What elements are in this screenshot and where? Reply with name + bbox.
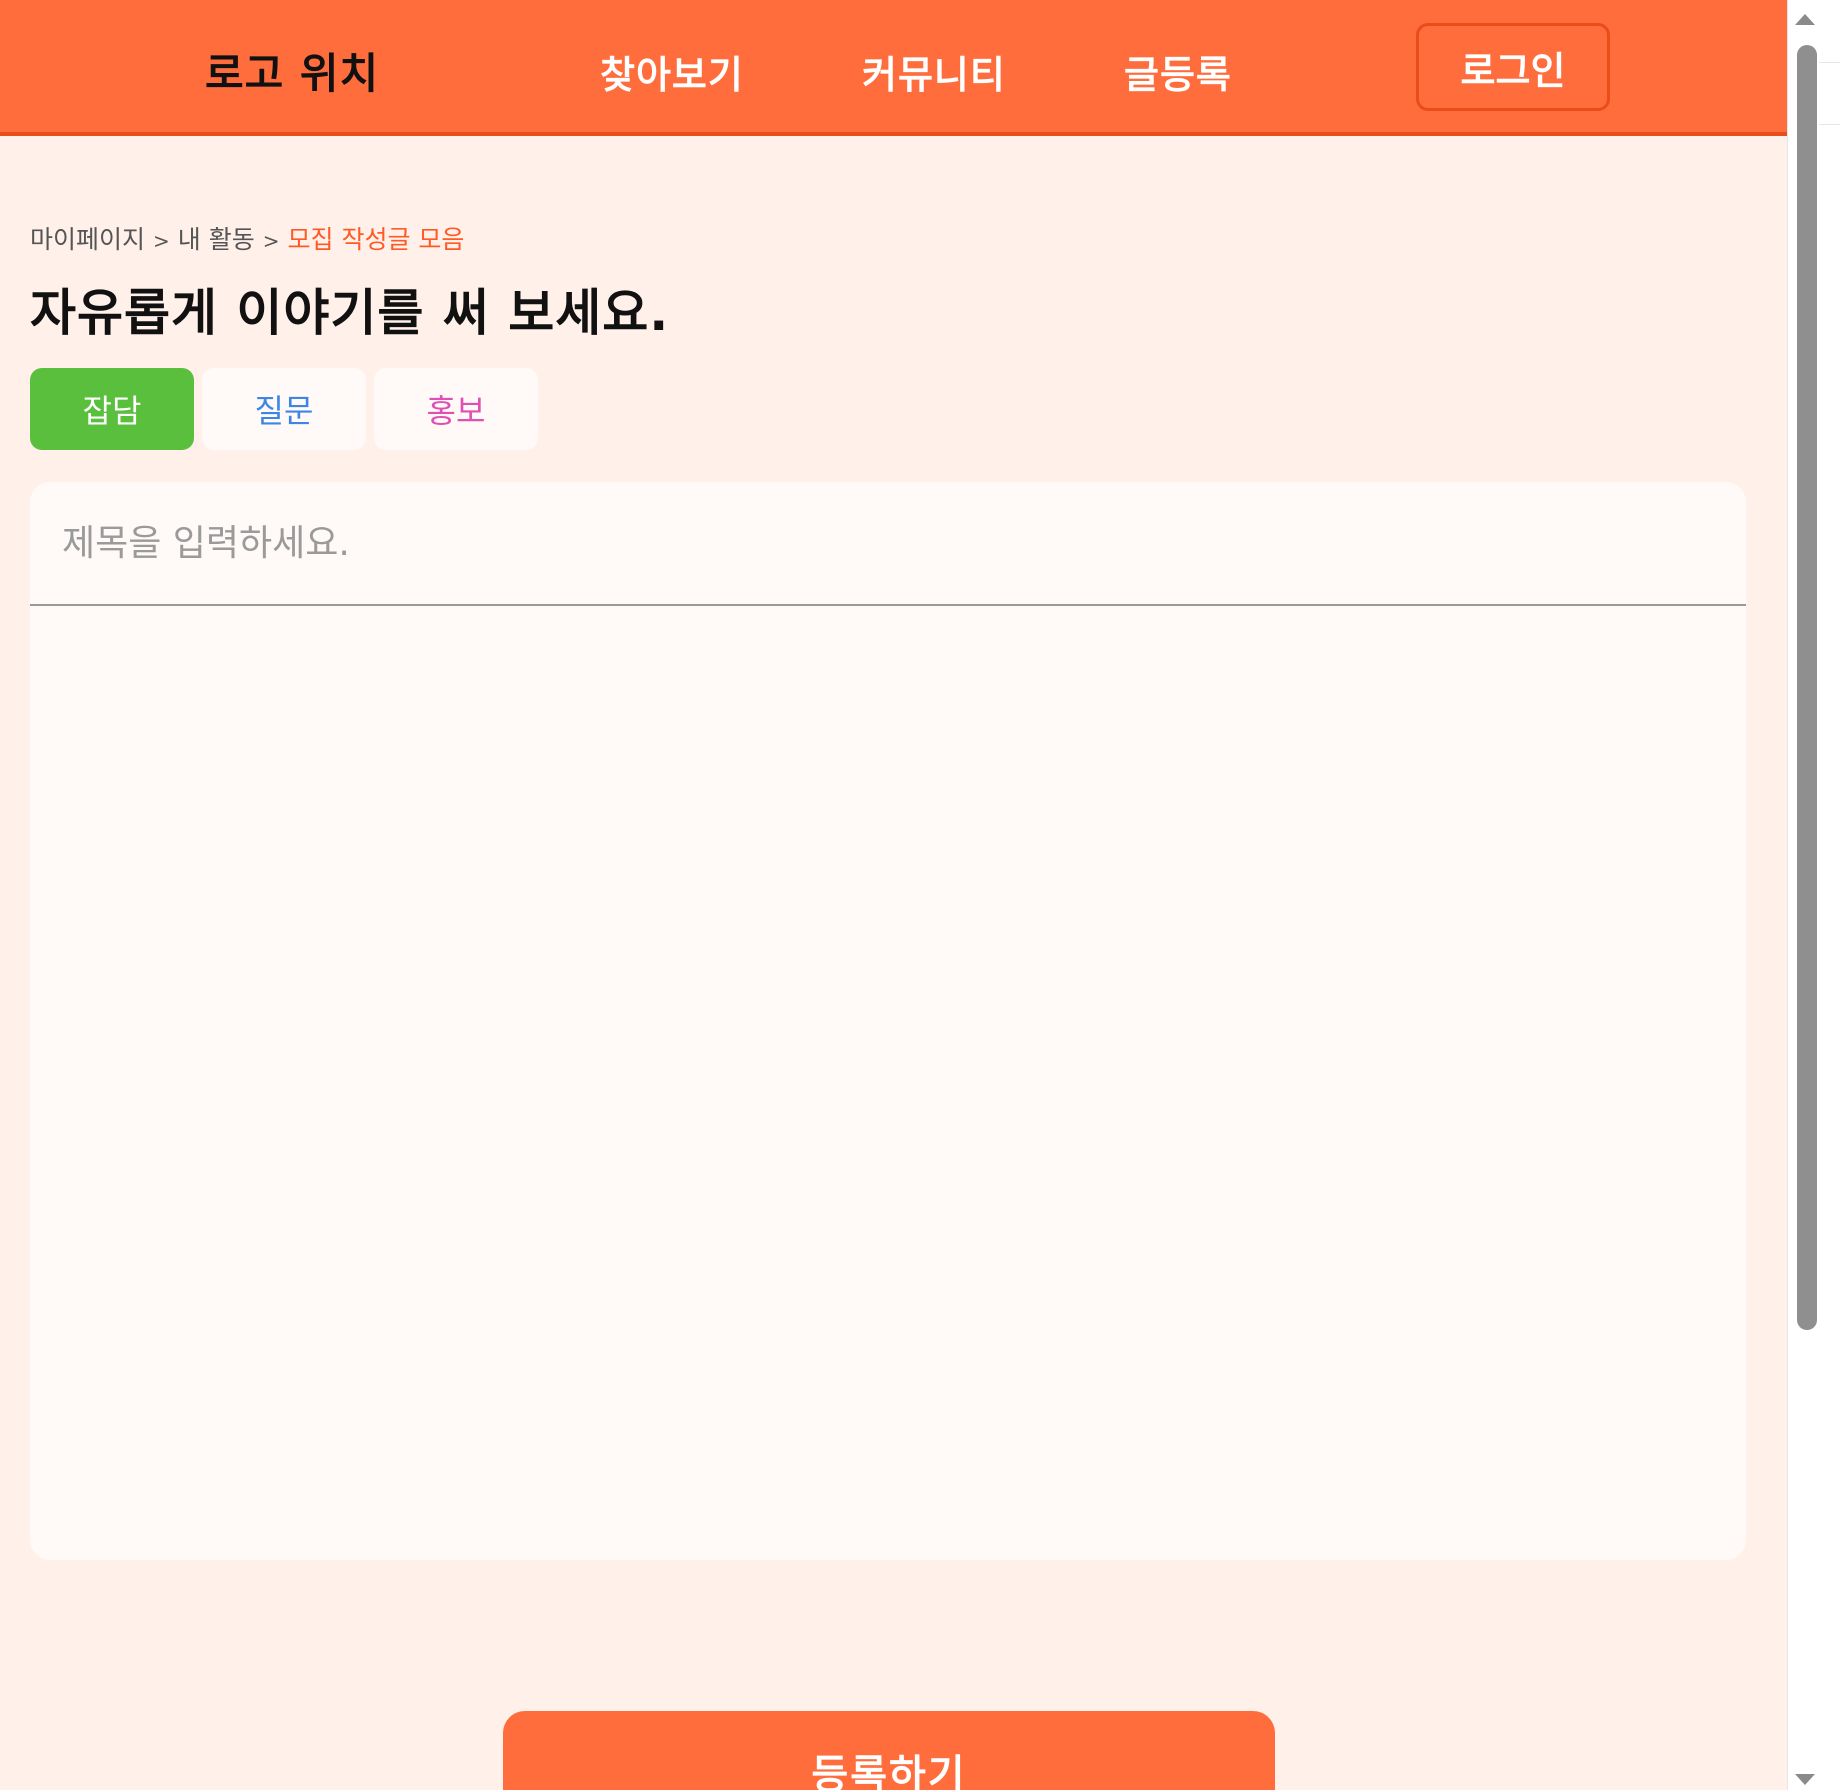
breadcrumb-my-activity[interactable]: 내 활동 [178,225,255,254]
nav-community[interactable]: 커뮤니티 [862,44,1006,99]
breadcrumb-separator: > [153,229,170,253]
page-viewport: 로고 위치 찾아보기 커뮤니티 글등록 로그인 마이페이지 > 내 활동 > 모집 작성… [0,0,1787,1790]
tab-question[interactable]: 질문 [202,368,366,450]
page-title: 자유롭게 이야기를 써 보세요. [30,284,670,342]
tab-chat[interactable]: 잡담 [30,368,194,450]
breadcrumb-current: 모집 작성글 모음 [287,225,465,254]
scroll-down-arrow-icon[interactable] [1795,1774,1815,1785]
vertical-scrollbar[interactable] [1787,0,1819,1790]
edge-divider [1819,124,1840,125]
body-textarea[interactable] [30,606,1746,1560]
nav-explore[interactable]: 찾아보기 [600,44,744,99]
submit-button[interactable]: 등록하기 [503,1711,1275,1790]
breadcrumb-separator: > [262,229,280,253]
tab-promotion[interactable]: 홍보 [374,368,538,450]
logo-placeholder[interactable]: 로고 위치 [205,40,379,101]
scroll-thumb[interactable] [1797,45,1817,1330]
top-header: 로고 위치 찾아보기 커뮤니티 글등록 로그인 [0,0,1787,136]
breadcrumb-mypage[interactable]: 마이페이지 [30,225,145,254]
window-edge [1819,0,1840,1790]
login-button[interactable]: 로그인 [1416,23,1610,111]
scroll-up-arrow-icon[interactable] [1795,14,1815,25]
post-editor [30,482,1746,1560]
edge-divider [1819,62,1840,63]
nav-write-post[interactable]: 글등록 [1124,44,1232,99]
breadcrumb: 마이페이지 > 내 활동 > 모집 작성글 모음 [30,220,464,256]
title-input[interactable] [30,482,1746,606]
